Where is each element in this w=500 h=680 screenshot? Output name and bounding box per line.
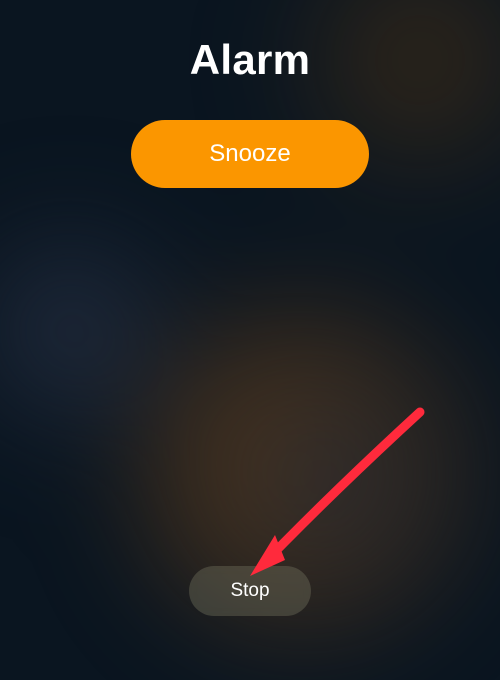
alarm-title: Alarm (190, 36, 311, 84)
snooze-button[interactable]: Snooze (131, 120, 369, 188)
stop-button[interactable]: Stop (189, 566, 311, 616)
